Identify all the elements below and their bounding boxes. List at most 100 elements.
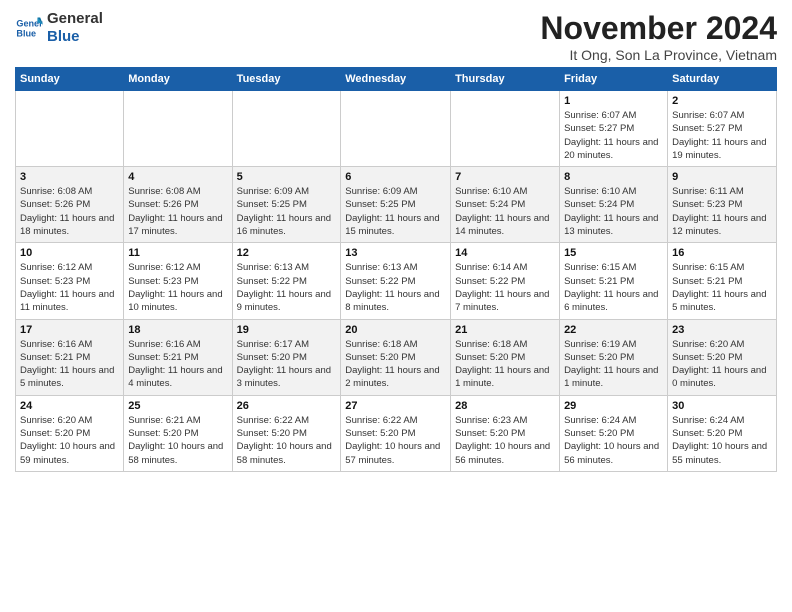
calendar-cell: 8 Sunrise: 6:10 AM Sunset: 5:24 PM Daylig…	[560, 167, 668, 243]
logo-blue: Blue	[47, 28, 103, 46]
header-row: Sunday Monday Tuesday Wednesday Thursday…	[16, 68, 777, 91]
location-subtitle: It Ong, Son La Province, Vietnam	[540, 47, 777, 63]
calendar-week-4: 17 Sunrise: 6:16 AM Sunset: 5:21 PM Dayli…	[16, 319, 777, 395]
day-number: 10	[20, 247, 119, 259]
calendar-cell: 23 Sunrise: 6:20 AM Sunset: 5:20 PM Dayli…	[668, 319, 777, 395]
day-number: 28	[455, 400, 555, 412]
calendar-cell	[341, 91, 451, 167]
svg-text:Blue: Blue	[16, 28, 36, 38]
day-detail: Sunrise: 6:22 AM Sunset: 5:20 PM Dayligh…	[237, 414, 337, 467]
day-detail: Sunrise: 6:18 AM Sunset: 5:20 PM Dayligh…	[455, 338, 555, 391]
day-detail: Sunrise: 6:23 AM Sunset: 5:20 PM Dayligh…	[455, 414, 555, 467]
day-detail: Sunrise: 6:17 AM Sunset: 5:20 PM Dayligh…	[237, 338, 337, 391]
calendar-week-1: 1Sunrise: 6:07 AM Sunset: 5:27 PM Daylig…	[16, 91, 777, 167]
day-detail: Sunrise: 6:16 AM Sunset: 5:21 PM Dayligh…	[128, 338, 227, 391]
day-detail: Sunrise: 6:14 AM Sunset: 5:22 PM Dayligh…	[455, 261, 555, 314]
calendar-cell: 24 Sunrise: 6:20 AM Sunset: 5:20 PM Dayli…	[16, 395, 124, 471]
day-detail: Sunrise: 6:16 AM Sunset: 5:21 PM Dayligh…	[20, 338, 119, 391]
col-thursday: Thursday	[451, 68, 560, 91]
day-detail: Sunrise: 6:10 AM Sunset: 5:24 PM Dayligh…	[564, 185, 663, 238]
day-number: 15	[564, 247, 663, 259]
day-number: 23	[672, 324, 772, 336]
day-detail: Sunrise: 6:15 AM Sunset: 5:21 PM Dayligh…	[564, 261, 663, 314]
calendar-cell: 11Sunrise: 6:12 AM Sunset: 5:23 PM Dayli…	[124, 243, 232, 319]
month-title: November 2024	[540, 10, 777, 47]
day-number: 2	[672, 95, 772, 107]
calendar-cell: 15 Sunrise: 6:15 AM Sunset: 5:21 PM Dayli…	[560, 243, 668, 319]
calendar-cell: 2 Sunrise: 6:07 AM Sunset: 5:27 PM Daylig…	[668, 91, 777, 167]
day-detail: Sunrise: 6:09 AM Sunset: 5:25 PM Dayligh…	[237, 185, 337, 238]
col-monday: Monday	[124, 68, 232, 91]
day-detail: Sunrise: 6:18 AM Sunset: 5:20 PM Dayligh…	[345, 338, 446, 391]
day-detail: Sunrise: 6:08 AM Sunset: 5:26 PM Dayligh…	[128, 185, 227, 238]
day-detail: Sunrise: 6:20 AM Sunset: 5:20 PM Dayligh…	[20, 414, 119, 467]
calendar-cell: 6 Sunrise: 6:09 AM Sunset: 5:25 PM Daylig…	[341, 167, 451, 243]
day-number: 14	[455, 247, 555, 259]
calendar-cell	[232, 91, 341, 167]
calendar-week-2: 3 Sunrise: 6:08 AM Sunset: 5:26 PM Daylig…	[16, 167, 777, 243]
day-detail: Sunrise: 6:11 AM Sunset: 5:23 PM Dayligh…	[672, 185, 772, 238]
calendar-cell: 17 Sunrise: 6:16 AM Sunset: 5:21 PM Dayli…	[16, 319, 124, 395]
calendar-cell: 27 Sunrise: 6:22 AM Sunset: 5:20 PM Dayli…	[341, 395, 451, 471]
day-number: 30	[672, 400, 772, 412]
day-detail: Sunrise: 6:10 AM Sunset: 5:24 PM Dayligh…	[455, 185, 555, 238]
calendar-cell	[451, 91, 560, 167]
calendar-cell: 21 Sunrise: 6:18 AM Sunset: 5:20 PM Dayli…	[451, 319, 560, 395]
day-number: 7	[455, 171, 555, 183]
calendar-week-3: 10Sunrise: 6:12 AM Sunset: 5:23 PM Dayli…	[16, 243, 777, 319]
calendar-cell: 14 Sunrise: 6:14 AM Sunset: 5:22 PM Dayli…	[451, 243, 560, 319]
day-number: 17	[20, 324, 119, 336]
day-number: 27	[345, 400, 446, 412]
calendar-table: Sunday Monday Tuesday Wednesday Thursday…	[15, 67, 777, 472]
day-detail: Sunrise: 6:13 AM Sunset: 5:22 PM Dayligh…	[237, 261, 337, 314]
col-wednesday: Wednesday	[341, 68, 451, 91]
logo-general: General	[47, 10, 103, 28]
calendar-cell: 13 Sunrise: 6:13 AM Sunset: 5:22 PM Dayli…	[341, 243, 451, 319]
day-number: 18	[128, 324, 227, 336]
day-detail: Sunrise: 6:24 AM Sunset: 5:20 PM Dayligh…	[672, 414, 772, 467]
col-friday: Friday	[560, 68, 668, 91]
day-number: 11	[128, 247, 227, 259]
calendar-cell: 20 Sunrise: 6:18 AM Sunset: 5:20 PM Dayli…	[341, 319, 451, 395]
day-detail: Sunrise: 6:21 AM Sunset: 5:20 PM Dayligh…	[128, 414, 227, 467]
day-detail: Sunrise: 6:07 AM Sunset: 5:27 PM Dayligh…	[564, 109, 663, 162]
day-detail: Sunrise: 6:20 AM Sunset: 5:20 PM Dayligh…	[672, 338, 772, 391]
day-number: 24	[20, 400, 119, 412]
day-number: 13	[345, 247, 446, 259]
calendar-cell: 22 Sunrise: 6:19 AM Sunset: 5:20 PM Dayli…	[560, 319, 668, 395]
col-saturday: Saturday	[668, 68, 777, 91]
day-number: 22	[564, 324, 663, 336]
day-number: 20	[345, 324, 446, 336]
calendar-cell: 25 Sunrise: 6:21 AM Sunset: 5:20 PM Dayli…	[124, 395, 232, 471]
day-detail: Sunrise: 6:24 AM Sunset: 5:20 PM Dayligh…	[564, 414, 663, 467]
day-number: 21	[455, 324, 555, 336]
day-detail: Sunrise: 6:15 AM Sunset: 5:21 PM Dayligh…	[672, 261, 772, 314]
day-number: 6	[345, 171, 446, 183]
calendar-cell: 10Sunrise: 6:12 AM Sunset: 5:23 PM Dayli…	[16, 243, 124, 319]
calendar-cell: 16Sunrise: 6:15 AM Sunset: 5:21 PM Dayli…	[668, 243, 777, 319]
calendar-cell: 5 Sunrise: 6:09 AM Sunset: 5:25 PM Daylig…	[232, 167, 341, 243]
day-number: 3	[20, 171, 119, 183]
header: General Blue General Blue November 2024 …	[15, 10, 777, 63]
day-number: 12	[237, 247, 337, 259]
day-number: 25	[128, 400, 227, 412]
title-block: November 2024 It Ong, Son La Province, V…	[540, 10, 777, 63]
day-detail: Sunrise: 6:19 AM Sunset: 5:20 PM Dayligh…	[564, 338, 663, 391]
day-detail: Sunrise: 6:22 AM Sunset: 5:20 PM Dayligh…	[345, 414, 446, 467]
day-detail: Sunrise: 6:09 AM Sunset: 5:25 PM Dayligh…	[345, 185, 446, 238]
day-number: 8	[564, 171, 663, 183]
day-detail: Sunrise: 6:13 AM Sunset: 5:22 PM Dayligh…	[345, 261, 446, 314]
day-number: 9	[672, 171, 772, 183]
calendar-cell	[124, 91, 232, 167]
day-number: 29	[564, 400, 663, 412]
calendar-cell: 28 Sunrise: 6:23 AM Sunset: 5:20 PM Dayli…	[451, 395, 560, 471]
col-tuesday: Tuesday	[232, 68, 341, 91]
day-number: 19	[237, 324, 337, 336]
calendar-header: Sunday Monday Tuesday Wednesday Thursday…	[16, 68, 777, 91]
day-detail: Sunrise: 6:07 AM Sunset: 5:27 PM Dayligh…	[672, 109, 772, 162]
calendar-cell: 18 Sunrise: 6:16 AM Sunset: 5:21 PM Dayli…	[124, 319, 232, 395]
main-container: General Blue General Blue November 2024 …	[0, 0, 792, 482]
calendar-cell: 19 Sunrise: 6:17 AM Sunset: 5:20 PM Dayli…	[232, 319, 341, 395]
calendar-week-5: 24 Sunrise: 6:20 AM Sunset: 5:20 PM Dayli…	[16, 395, 777, 471]
day-number: 5	[237, 171, 337, 183]
